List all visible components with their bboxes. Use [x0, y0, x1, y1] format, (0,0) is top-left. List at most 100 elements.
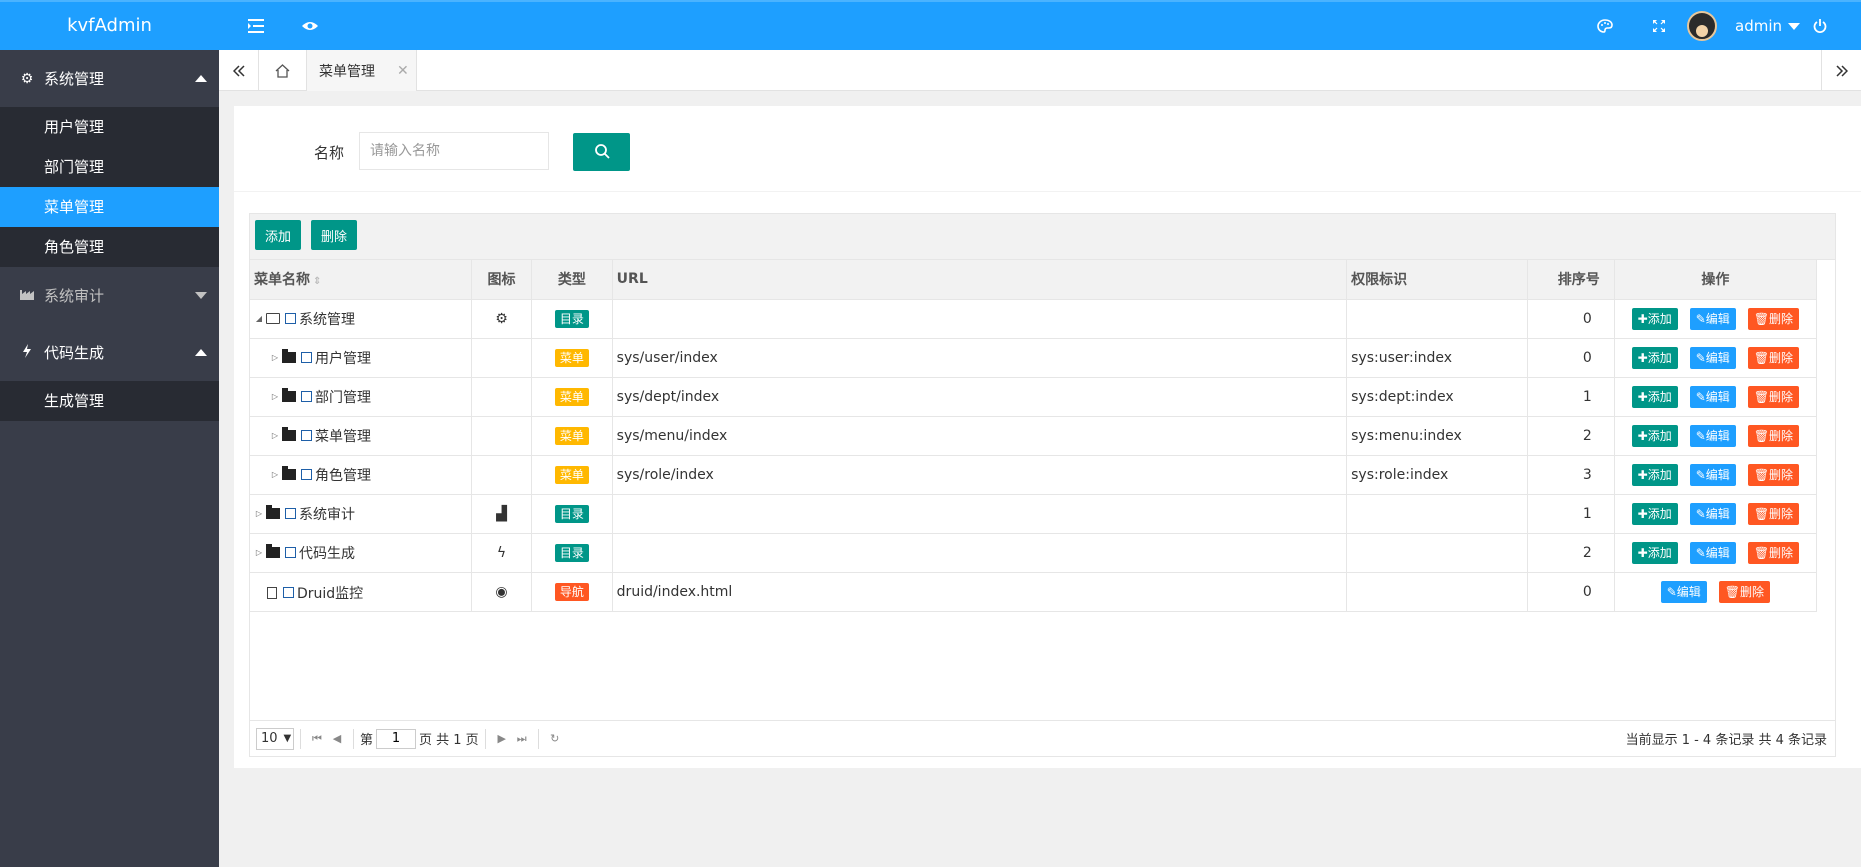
- power-logout-icon[interactable]: [1800, 2, 1840, 50]
- expand-toggle-closed-icon[interactable]: ▷: [270, 431, 280, 440]
- sidebar-item-menus[interactable]: 菜单管理: [0, 187, 219, 227]
- table-row[interactable]: ▷ 代码生成 ϟ 目录 2 ✚ 添加 ✎ 编辑 🗑 删除: [250, 533, 1818, 573]
- refresh-icon[interactable]: ↻: [545, 732, 565, 745]
- table-row[interactable]: ▷ 系统审计 ▟ 目录 1 ✚ 添加 ✎ 编辑 🗑 删除: [250, 494, 1818, 534]
- last-page-icon[interactable]: ⏭: [512, 732, 532, 746]
- row-delete-button[interactable]: 🗑 删除: [1718, 580, 1771, 603]
- sidebar-item-departments[interactable]: 部门管理: [0, 147, 219, 187]
- expand-toggle-closed-icon[interactable]: ▷: [270, 353, 280, 362]
- expand-toggle-closed-icon[interactable]: ▷: [254, 509, 264, 518]
- row-delete-button[interactable]: 🗑 删除: [1747, 541, 1800, 564]
- sidebar-group-system[interactable]: ⚙ 系统管理: [0, 50, 219, 107]
- cell-name: ▷ 部门管理: [250, 377, 472, 417]
- row-edit-button[interactable]: ✎ 编辑: [1689, 541, 1736, 564]
- expand-toggle-closed-icon[interactable]: ▷: [270, 392, 280, 401]
- row-edit-button[interactable]: ✎ 编辑: [1689, 463, 1736, 486]
- cell-permission: sys:user:index: [1346, 338, 1529, 378]
- cell-sort: 0: [1527, 338, 1615, 378]
- row-delete-button[interactable]: 🗑 删除: [1747, 424, 1800, 447]
- row-checkbox[interactable]: [285, 313, 296, 324]
- eye-icon[interactable]: [290, 2, 330, 50]
- row-add-button[interactable]: ✚ 添加: [1631, 307, 1678, 330]
- page-size-select[interactable]: 10 ▼: [256, 727, 294, 750]
- row-delete-button[interactable]: 🗑 删除: [1747, 385, 1800, 408]
- user-menu[interactable]: admin: [1687, 2, 1800, 50]
- prev-page-icon[interactable]: ◀: [327, 732, 347, 745]
- sidebar-group-codegen[interactable]: 代码生成: [0, 324, 219, 381]
- table-row[interactable]: ◢ 系统管理 ⚙ 目录 0 ✚ 添加 ✎ 编辑 🗑 删除: [250, 299, 1818, 339]
- table-row[interactable]: ▷ 菜单管理 菜单 sys/menu/index sys:menu:index 2 ✚ 添加…: [250, 416, 1818, 456]
- cell-actions: ✚ 添加 ✎ 编辑 🗑 删除: [1614, 377, 1818, 417]
- tab-scroll-right-icon[interactable]: [1821, 50, 1861, 91]
- first-page-icon[interactable]: ⏮: [307, 732, 327, 746]
- sort-icon[interactable]: ⇕: [313, 276, 321, 287]
- col-header-name[interactable]: 菜单名称 ⇕: [250, 260, 472, 300]
- row-edit-button[interactable]: ✎ 编辑: [1689, 424, 1736, 447]
- expand-toggle-open-icon[interactable]: ◢: [254, 314, 264, 323]
- menu-toggle-icon[interactable]: [236, 2, 276, 50]
- table-row[interactable]: ▷ 角色管理 菜单 sys/role/index sys:role:index 3 ✚ 添加…: [250, 455, 1818, 495]
- tree-grid: 添加 删除 菜单名称 ⇕ 图标 类型 URL 权限标识 排序号 操作 ◢ 系统管理 ⚙…: [249, 213, 1836, 757]
- cell-icon: ▟: [471, 494, 533, 534]
- username: admin: [1735, 17, 1782, 35]
- search-button[interactable]: [573, 133, 630, 171]
- row-checkbox[interactable]: [301, 430, 312, 441]
- row-add-button[interactable]: ✚ 添加: [1631, 346, 1678, 369]
- close-icon[interactable]: ✕: [397, 63, 409, 79]
- table-row[interactable]: ▷ 用户管理 菜单 sys/user/index sys:user:index 0 ✚ 添加…: [250, 338, 1818, 378]
- home-icon[interactable]: [259, 50, 307, 91]
- cell-url: sys/menu/index: [612, 416, 1348, 456]
- bolt-icon: [18, 343, 36, 362]
- sidebar-item-roles[interactable]: 角色管理: [0, 227, 219, 267]
- search-input[interactable]: [359, 132, 549, 170]
- row-edit-button[interactable]: ✎ 编辑: [1689, 346, 1736, 369]
- row-add-button[interactable]: ✚ 添加: [1631, 541, 1678, 564]
- row-edit-button[interactable]: ✎ 编辑: [1689, 502, 1736, 525]
- theme-palette-icon[interactable]: [1585, 2, 1625, 50]
- table-row[interactable]: Druid监控 ◉ 导航 druid/index.html 0 ✎ 编辑 🗑 删除: [250, 572, 1818, 612]
- row-checkbox[interactable]: [285, 547, 296, 558]
- cell-name: Druid监控: [250, 572, 472, 612]
- row-delete-button[interactable]: 🗑 删除: [1747, 307, 1800, 330]
- cell-type: 目录: [531, 533, 613, 573]
- row-checkbox[interactable]: [301, 352, 312, 363]
- tab-scroll-left-icon[interactable]: [219, 50, 259, 91]
- folder-icon: [266, 505, 280, 519]
- delete-button[interactable]: 删除: [311, 220, 358, 250]
- row-delete-button[interactable]: 🗑 删除: [1747, 463, 1800, 486]
- cell-type: 菜单: [531, 455, 613, 495]
- row-checkbox[interactable]: [301, 469, 312, 480]
- row-edit-button[interactable]: ✎ 编辑: [1689, 307, 1736, 330]
- row-checkbox[interactable]: [285, 508, 296, 519]
- expand-toggle-closed-icon[interactable]: ▷: [270, 470, 280, 479]
- add-button[interactable]: 添加: [255, 220, 302, 250]
- menu-name: 角色管理: [315, 467, 371, 484]
- row-delete-button[interactable]: 🗑 删除: [1747, 502, 1800, 525]
- cell-url: [612, 299, 1348, 339]
- cell-url: sys/user/index: [612, 338, 1348, 378]
- page-number-input[interactable]: [376, 728, 417, 749]
- row-edit-button[interactable]: ✎ 编辑: [1660, 580, 1707, 603]
- tab-menu-management[interactable]: 菜单管理 ✕: [307, 50, 417, 91]
- row-add-button[interactable]: ✚ 添加: [1631, 385, 1678, 408]
- fullscreen-icon[interactable]: [1639, 2, 1679, 50]
- next-page-icon[interactable]: ▶: [492, 732, 512, 745]
- table-row[interactable]: ▷ 部门管理 菜单 sys/dept/index sys:dept:index 1 ✚ 添加…: [250, 377, 1818, 417]
- row-edit-button[interactable]: ✎ 编辑: [1689, 385, 1736, 408]
- content-card: 名称 添加 删除 菜单名称⇕ 图标 类型 URL 权限标识: [234, 106, 1861, 768]
- row-delete-button[interactable]: 🗑 删除: [1747, 346, 1800, 369]
- row-checkbox[interactable]: [283, 587, 294, 598]
- expand-toggle-closed-icon[interactable]: ▷: [254, 548, 264, 557]
- sidebar-item-users[interactable]: 用户管理: [0, 107, 219, 147]
- cell-actions: ✚ 添加 ✎ 编辑 🗑 删除: [1614, 338, 1818, 378]
- sidebar-item-generator[interactable]: 生成管理: [0, 381, 219, 421]
- row-add-button[interactable]: ✚ 添加: [1631, 424, 1678, 447]
- cell-url: druid/index.html: [612, 572, 1348, 612]
- row-add-button[interactable]: ✚ 添加: [1631, 463, 1678, 486]
- row-checkbox[interactable]: [301, 391, 312, 402]
- row-add-button[interactable]: ✚ 添加: [1631, 502, 1678, 525]
- sidebar-group-audit[interactable]: 系统审计: [0, 267, 219, 324]
- col-header-actions: 操作: [1614, 260, 1818, 300]
- cell-sort: 0: [1527, 572, 1615, 612]
- sidebar-subnav-system: 用户管理 部门管理 菜单管理 角色管理: [0, 107, 219, 267]
